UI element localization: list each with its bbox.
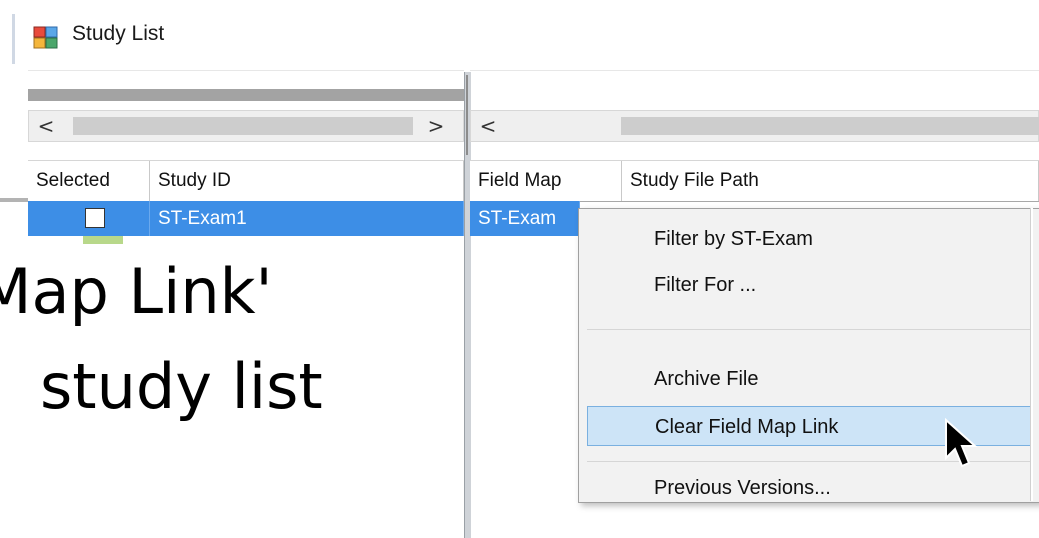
- scroll-left-arrow-icon[interactable]: <: [475, 115, 501, 137]
- splitter-grip[interactable]: [466, 75, 468, 155]
- column-header-study-id[interactable]: Study ID: [150, 161, 464, 201]
- table-row[interactable]: ST-Exam: [470, 201, 580, 236]
- slide-caption-line-2: study list: [40, 350, 323, 423]
- scroll-right-arrow-icon[interactable]: >: [423, 115, 449, 137]
- study-id-cell[interactable]: ST-Exam1: [150, 201, 464, 236]
- field-map-cell[interactable]: ST-Exam: [470, 201, 580, 236]
- menu-separator: [587, 329, 1031, 330]
- left-grid-header: Selected Study ID: [28, 160, 464, 202]
- selected-cell[interactable]: [28, 201, 150, 236]
- mouse-pointer-icon: [945, 418, 978, 468]
- left-scroll-thumb[interactable]: [73, 117, 413, 135]
- menu-item-filter-by[interactable]: Filter by ST-Exam: [587, 219, 1031, 259]
- title-bar-edge: [12, 14, 15, 64]
- right-grid-header: Field Map Study File Path: [470, 160, 1039, 202]
- scroll-left-arrow-icon[interactable]: <: [33, 115, 59, 137]
- window-title: Study List: [72, 22, 165, 45]
- slide-caption-line-1: Map Link': [0, 255, 273, 328]
- menu-right-edge: [1030, 208, 1033, 501]
- left-pane-shade: [28, 89, 464, 101]
- row-marker: [83, 236, 123, 244]
- menu-item-filter-for[interactable]: Filter For ...: [587, 265, 1031, 305]
- row-select-checkbox[interactable]: [85, 208, 105, 228]
- menu-item-previous-versions[interactable]: Previous Versions...: [587, 468, 1031, 508]
- column-header-selected[interactable]: Selected: [28, 161, 150, 201]
- app-window-icon: [33, 26, 58, 49]
- column-header-field-map[interactable]: Field Map: [470, 161, 622, 201]
- right-scroll-thumb[interactable]: [621, 117, 1039, 135]
- left-horizontal-scrollbar[interactable]: < >: [28, 110, 464, 142]
- table-row[interactable]: ST-Exam1: [28, 201, 464, 236]
- menu-item-archive-file[interactable]: Archive File: [587, 359, 1031, 399]
- window-title-bar: Study List: [0, 0, 1039, 70]
- decorative-line: [0, 198, 28, 202]
- right-horizontal-scrollbar[interactable]: <: [470, 110, 1039, 142]
- column-header-study-file-path[interactable]: Study File Path: [622, 161, 1039, 201]
